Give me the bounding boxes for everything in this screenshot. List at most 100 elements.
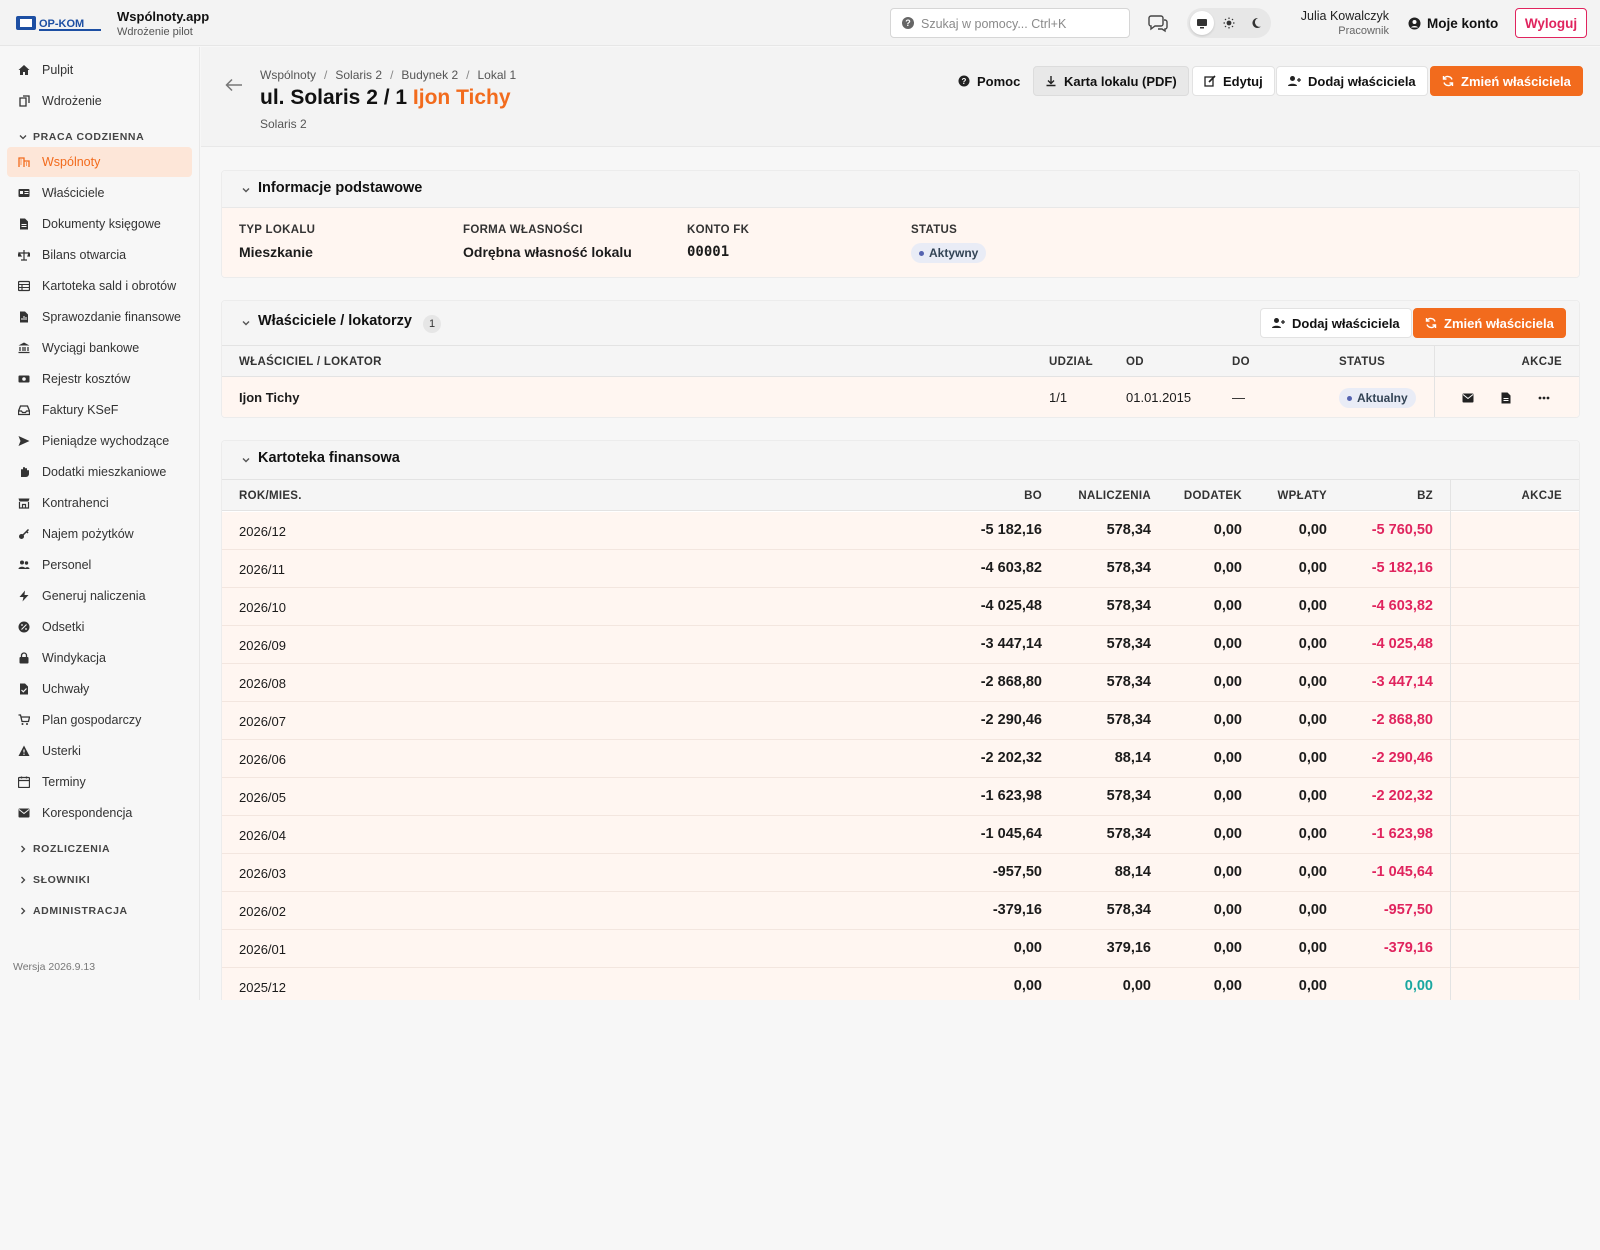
breadcrumb-item[interactable]: Solaris 2 [335, 68, 382, 82]
sidebar-item-wspolnoty[interactable]: Wspólnoty [7, 147, 192, 177]
table-row[interactable]: 2026/04 -1 045,64 578,34 0,00 0,00 -1 623,98 [222, 816, 1579, 854]
sidebar-item-generuj-naliczenia[interactable]: Generuj naliczenia [7, 581, 192, 611]
more-options-icon[interactable] [1537, 391, 1551, 405]
basic-info-card: Informacje podstawowe TYP LOKALU Mieszka… [221, 170, 1580, 278]
sidebar-item-uchwaly[interactable]: Uchwały [7, 674, 192, 704]
help-button[interactable]: ? Pomoc [946, 66, 1032, 96]
sidebar-item-windykacja[interactable]: Windykacja [7, 643, 192, 673]
section-label: PRACA CODZIENNA [33, 131, 145, 143]
sidebar-item-kontrahenci[interactable]: Kontrahenci [7, 488, 192, 518]
finance-header[interactable]: Kartoteka finansowa [222, 441, 1579, 479]
back-arrow-icon[interactable] [225, 78, 243, 92]
sidebar-item-sprawozdanie-finansowe[interactable]: Sprawozdanie finansowe [7, 302, 192, 332]
search-input[interactable] [921, 15, 1121, 33]
breadcrumb-item[interactable]: Wspólnoty [260, 68, 316, 82]
sidebar-item-personel[interactable]: Personel [7, 550, 192, 580]
sidebar-item-label: Wyciągi bankowe [42, 341, 140, 355]
table-row[interactable]: 2026/01 0,00 379,16 0,00 0,00 -379,16 [222, 930, 1579, 968]
user-circle-icon [1408, 17, 1421, 29]
owners-change-button[interactable]: Zmień właściciela [1413, 308, 1566, 338]
section-rozliczenia[interactable]: ROZLICZENIA [19, 843, 110, 855]
table-row[interactable]: 2025/12 0,00 0,00 0,00 0,00 0,00 [222, 968, 1579, 1000]
sidebar-item-korespondencja[interactable]: Korespondencja [7, 798, 192, 828]
logo-text: OP-KOM [39, 18, 84, 30]
table-row[interactable]: 2026/07 -2 290,46 578,34 0,00 0,00 -2 868,80 [222, 702, 1579, 740]
owner-share: 1/1 [1049, 390, 1068, 405]
sidebar-item-wdrozenie[interactable]: Wdrożenie [7, 86, 192, 116]
sidebar-item-label: Dokumenty księgowe [42, 217, 161, 231]
edit-button[interactable]: Edytuj [1192, 66, 1275, 96]
card-pdf-button[interactable]: Karta lokalu (PDF) [1033, 66, 1189, 96]
sidebar-item-odsetki[interactable]: Odsetki [7, 612, 192, 642]
chat-icon[interactable] [1147, 13, 1169, 33]
table-row[interactable]: 2026/03 -957,50 88,14 0,00 0,00 -1 045,64 [222, 854, 1579, 892]
table-row[interactable]: 2026/08 -2 868,80 578,34 0,00 0,00 -3 447,14 [222, 664, 1579, 702]
app-subtitle: Wdrożenie pilot [117, 26, 193, 38]
cell-period: 2026/01 [239, 942, 286, 957]
owners-add-button[interactable]: Dodaj właściciela [1260, 308, 1412, 338]
cell-dodatek: 0,00 [1213, 940, 1242, 956]
section-administracja[interactable]: ADMINISTRACJA [19, 905, 128, 917]
table-row[interactable]: Ijon Tichy 1/1 01.01.2015 — Aktualny [222, 377, 1579, 417]
sidebar-item-faktury-ksef[interactable]: Faktury KSeF [7, 395, 192, 425]
sidebar-item-usterki[interactable]: Usterki [7, 736, 192, 766]
table-row[interactable]: 2026/02 -379,16 578,34 0,00 0,00 -957,50 [222, 892, 1579, 930]
logout-button[interactable]: Wyloguj [1515, 8, 1587, 38]
finance-card: Kartoteka finansowa ROK/MIES. BO NALICZE… [221, 440, 1580, 1000]
theme-dark-button[interactable] [1244, 11, 1268, 35]
inbox-icon [18, 404, 30, 416]
cell-naliczenia: 379,16 [1106, 940, 1151, 956]
sidebar-item-label: Personel [42, 558, 92, 572]
owners-header[interactable]: Właściciele / lokatorzy 1 Dodaj właścici… [222, 301, 1579, 345]
table-row[interactable]: 2026/10 -4 025,48 578,34 0,00 0,00 -4 603,82 [222, 588, 1579, 626]
theme-light-button[interactable] [1217, 11, 1241, 35]
table-row[interactable]: 2026/09 -3 447,14 578,34 0,00 0,00 -4 025,48 [222, 626, 1579, 664]
op-kom-logo[interactable]: OP-KOM [16, 12, 104, 34]
status-badge: Aktywny [911, 243, 987, 263]
sidebar-item-wyciagi-bankowe[interactable]: Wyciągi bankowe [7, 333, 192, 363]
cell-wplaty: 0,00 [1298, 826, 1327, 842]
owner-name[interactable]: Ijon Tichy [239, 390, 299, 405]
document-icon[interactable] [1499, 391, 1513, 405]
sidebar-item-rejestr-kosztow[interactable]: Rejestr kosztów [7, 364, 192, 394]
envelope-icon[interactable] [1461, 391, 1475, 405]
change-owner-button[interactable]: Zmień właściciela [1430, 66, 1583, 96]
sidebar-item-pulpit[interactable]: Pulpit [7, 55, 192, 85]
cell-naliczenia: 578,34 [1106, 902, 1151, 918]
help-search[interactable]: ? [890, 8, 1130, 38]
table-row[interactable]: 2026/11 -4 603,82 578,34 0,00 0,00 -5 182,16 [222, 550, 1579, 588]
sidebar-item-label: Pulpit [42, 63, 74, 77]
table-row[interactable]: 2026/05 -1 623,98 578,34 0,00 0,00 -2 202,32 [222, 778, 1579, 816]
sidebar-item-najem-pozytkow[interactable]: Najem pożytków [7, 519, 192, 549]
sidebar-item-wlasciciele[interactable]: Właściciele [7, 178, 192, 208]
sidebar-item-bilans-otwarcia[interactable]: Bilans otwarcia [7, 240, 192, 270]
cell-bz: -4 025,48 [1371, 636, 1433, 652]
report-icon [18, 311, 30, 323]
theme-system-button[interactable] [1190, 11, 1214, 35]
status-badge: Aktualny [1339, 388, 1416, 408]
rocket-icon [18, 95, 30, 107]
sidebar-item-pieniadze-wychodzace[interactable]: Pieniądze wychodzące [7, 426, 192, 456]
table-row[interactable]: 2026/06 -2 202,32 88,14 0,00 0,00 -2 290,46 [222, 740, 1579, 778]
column-divider [1450, 816, 1451, 854]
sidebar-item-kartoteka-sald-i-obrotow[interactable]: Kartoteka sald i obrotów [7, 271, 192, 301]
sidebar-item-label: Windykacja [42, 651, 106, 665]
sidebar-item-plan-gospodarczy[interactable]: Plan gospodarczy [7, 705, 192, 735]
sidebar-item-label: Faktury KSeF [42, 403, 119, 417]
section-slowniki[interactable]: SŁOWNIKI [19, 874, 90, 886]
sidebar-item-dodatki-mieszkaniowe[interactable]: Dodatki mieszkaniowe [7, 457, 192, 487]
info-label: STATUS [911, 224, 958, 236]
add-owner-button[interactable]: Dodaj właściciela [1276, 66, 1428, 96]
sidebar-item-terminy[interactable]: Terminy [7, 767, 192, 797]
basic-info-header[interactable]: Informacje podstawowe [222, 171, 1579, 208]
section-daily-work[interactable]: PRACA CODZIENNA [19, 131, 144, 143]
sidebar-item-label: Pieniądze wychodzące [42, 434, 170, 448]
breadcrumb-item: Lokal 1 [477, 68, 517, 82]
cell-wplaty: 0,00 [1298, 940, 1327, 956]
my-account-button[interactable]: Moje konto [1408, 12, 1498, 34]
sidebar-item-dokumenty-ksiegowe[interactable]: Dokumenty księgowe [7, 209, 192, 239]
chevron-down-icon [242, 188, 250, 193]
cell-period: 2026/03 [239, 866, 286, 881]
table-row[interactable]: 2026/12 -5 182,16 578,34 0,00 0,00 -5 760,50 [222, 512, 1579, 550]
breadcrumb-item[interactable]: Budynek 2 [401, 68, 458, 82]
